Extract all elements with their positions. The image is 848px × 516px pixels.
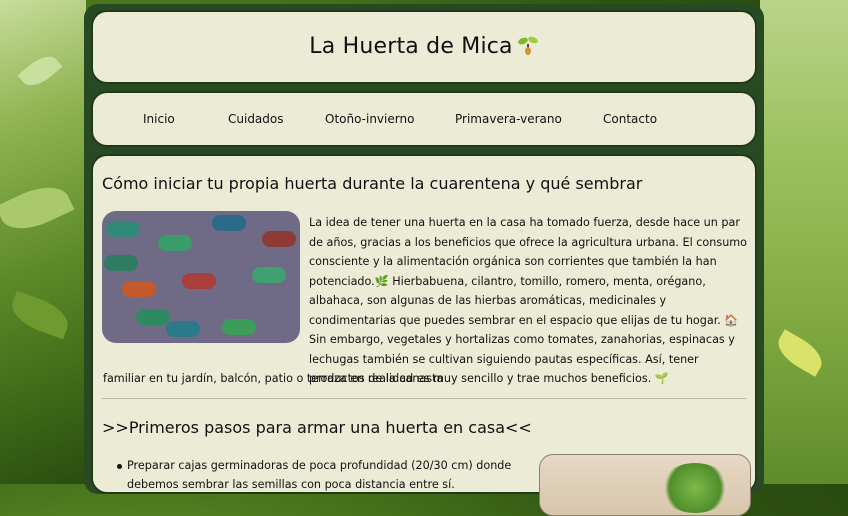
main-content: Cómo iniciar tu propia huerta durante la… [91,154,757,516]
post-image [102,211,300,343]
site-title[interactable]: La Huerta de Mica [93,34,755,59]
bottle-planter [136,309,170,325]
bottle-planter [122,281,156,297]
list-item: Preparar cajas germinadoras de poca prof… [117,456,527,494]
bottle-planter [222,319,256,335]
bottle-planter [106,221,140,237]
section-divider [102,398,746,399]
nav-item-cuidados[interactable]: Cuidados [228,112,284,126]
nav-item-primavera-verano[interactable]: Primavera-verano [455,112,562,126]
bottle-planter [104,255,138,271]
bottle-planter [182,273,216,289]
post-paragraph-intro: La idea de tener una huerta en la casa h… [309,216,748,327]
background-right [760,0,848,484]
list-item-text: Preparar cajas germinadoras de poca prof… [127,459,512,491]
plant-foliage [660,463,730,513]
site-header: La Huerta de Mica [91,10,757,84]
side-image [539,454,751,516]
bullet [117,464,122,469]
bottle-planter [262,231,296,247]
steps-list: Preparar cajas germinadoras de poca prof… [117,456,527,494]
section-title: >>Primeros pasos para armar una huerta e… [102,418,532,437]
bottle-planter [158,235,192,251]
main-nav: Inicio Cuidados Otoño-invierno Primavera… [91,91,757,147]
post-title: Cómo iniciar tu propia huerta durante la… [102,174,643,193]
sprout-icon [517,36,538,55]
bottle-planter [252,267,286,283]
site-title-text: La Huerta de Mica [309,34,513,59]
post-paragraph-third: familiar en tu jardín, balcón, patio o t… [103,372,669,385]
nav-item-contacto[interactable]: Contacto [603,112,657,126]
nav-item-inicio[interactable]: Inicio [143,112,175,126]
bottle-planter [166,321,200,337]
bottle-planter [212,215,246,231]
nav-item-otono-invierno[interactable]: Otoño-invierno [325,112,414,126]
